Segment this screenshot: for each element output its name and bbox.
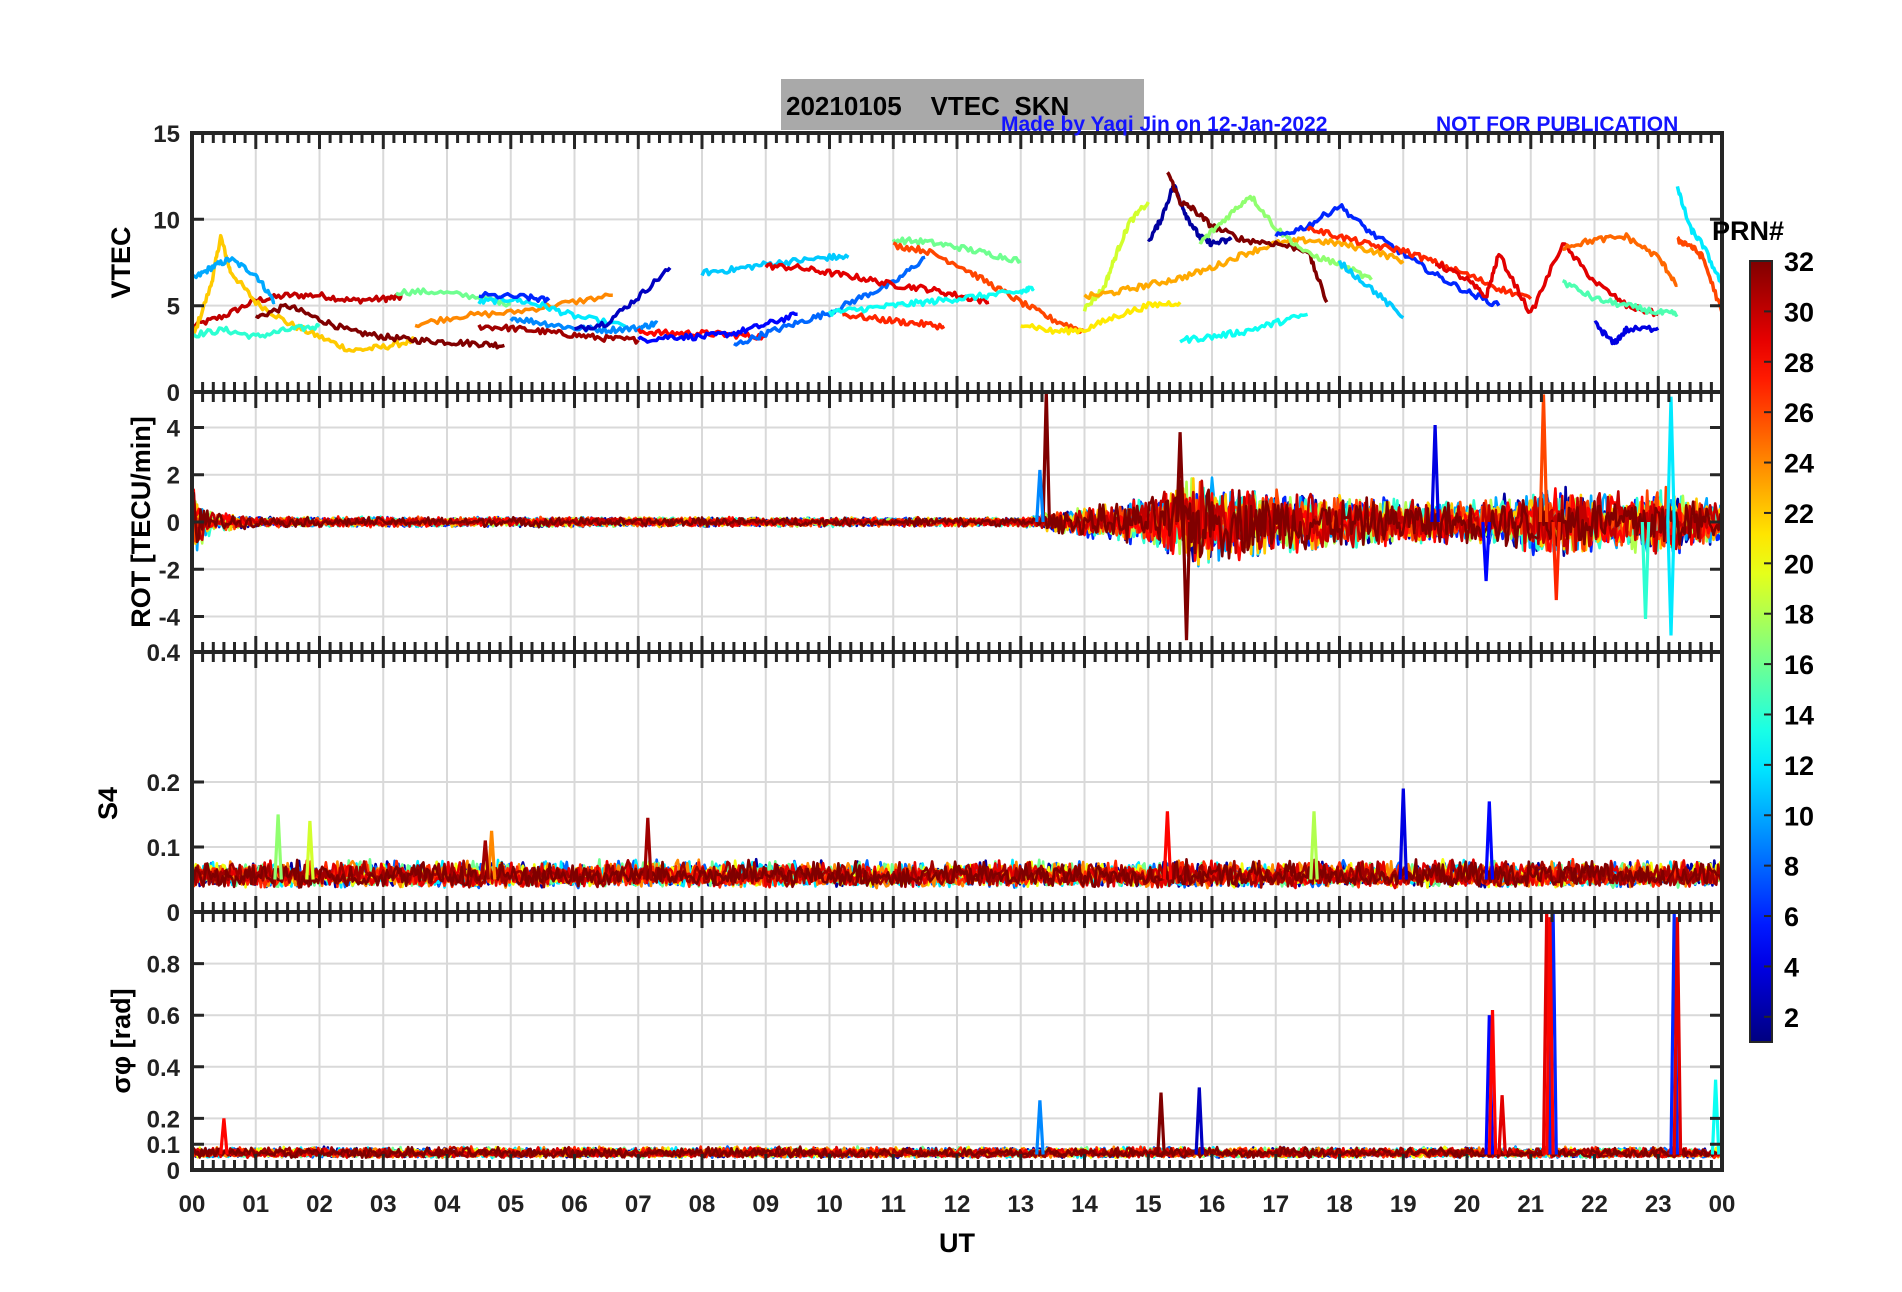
x-tick-label: 05 (497, 1191, 524, 1218)
y-tick-label: -2 (159, 557, 180, 584)
vtec-series-prn-10 (192, 256, 276, 305)
colorbar-label: PRN# (1712, 216, 1784, 246)
panel-vtec: 15 10 5 0 VTEC (106, 121, 1724, 407)
x-tick-label: 00 (1709, 1191, 1736, 1218)
x-tick-label: 15 (1135, 1191, 1162, 1218)
panel-s4: 0.4 0.2 0.1 0 S4 (93, 640, 1724, 927)
x-tick-label: 06 (561, 1191, 588, 1218)
colorbar-strip (1749, 260, 1773, 1043)
y-axis-label: VTEC (106, 226, 136, 298)
x-tick-label: 18 (1326, 1191, 1353, 1218)
colorbar-tick-label: 24 (1784, 449, 1814, 479)
y-tick-label: 0 (167, 380, 180, 407)
y-tick-label: 0 (167, 1158, 180, 1185)
y-tick-label: 10 (153, 207, 180, 234)
x-tick-label: 12 (944, 1191, 971, 1218)
colorbar-tick-label: 20 (1784, 549, 1814, 579)
y-tick-label: 5 (167, 294, 180, 321)
x-tick-label: 22 (1581, 1191, 1608, 1218)
spike-prn-29 (1497, 1095, 1507, 1155)
credit-text: Made by Yaqi Jin on 12-Jan-2022 (1001, 113, 1327, 136)
y-axis-label: σφ [rad] (106, 988, 136, 1093)
colorbar-tick-label: 10 (1784, 801, 1814, 831)
colorbar-tick-label: 28 (1784, 348, 1814, 378)
y-tick-label: 0.2 (147, 770, 180, 797)
y-tick-label: 0 (167, 510, 180, 537)
panel-sigma_phi: 0.8 0.6 0.4 0.20.10 σφ [rad] (106, 910, 1724, 1185)
x-tick-label: 03 (370, 1191, 397, 1218)
y-tick-label: -4 (159, 605, 181, 632)
x-tick-label: 10 (816, 1191, 843, 1218)
figure: 151050VTEC420-2-4ROT [TECU/min]0.40.20.1… (93, 79, 1814, 1258)
x-tick-label: 09 (752, 1191, 779, 1218)
x-tick-label: 21 (1517, 1191, 1544, 1218)
y-tick-label: 0.4 (147, 1055, 181, 1082)
y-tick-label: 0.1 (147, 1132, 180, 1159)
colorbar-tick-label: 12 (1784, 751, 1814, 781)
colorbar-tick-label: 8 (1784, 852, 1799, 882)
colorbar-tick-label: 4 (1784, 952, 1799, 982)
colorbar: 2468101214161820222426283032 (1749, 247, 1814, 1043)
notice-text: NOT FOR PUBLICATION (1436, 113, 1678, 136)
spike-prn-32 (1156, 1092, 1166, 1155)
x-tick-label: 07 (625, 1191, 652, 1218)
vtec-series-prn-13 (1179, 312, 1309, 344)
y-tick-label: 0.8 (147, 952, 180, 979)
x-tick-label: 00 (179, 1191, 206, 1218)
colorbar-tick-label: 30 (1784, 297, 1814, 327)
spike-prn-32 (1041, 392, 1051, 523)
x-tick-label: 11 (881, 1191, 906, 1218)
colorbar-tick-label: 16 (1784, 650, 1814, 680)
x-tick-label: 08 (689, 1191, 716, 1218)
x-tick-label: 04 (434, 1191, 461, 1218)
spike-prn-9 (1035, 469, 1045, 523)
y-tick-label: 15 (153, 121, 180, 148)
y-tick-label: 2 (167, 463, 180, 490)
x-tick-label: 01 (242, 1191, 269, 1218)
x-axis-label: UT (939, 1228, 975, 1258)
y-axis-label: ROT [TECU/min] (126, 416, 156, 627)
x-tick-label: 20 (1454, 1191, 1481, 1218)
panel-rot: 4 2 0 -2 -4ROT [TECU/min] (126, 390, 1724, 654)
vtec-series-prn-26 (1676, 235, 1722, 314)
x-tick-label: 13 (1007, 1191, 1034, 1218)
y-tick-label: 0.4 (147, 640, 181, 667)
y-tick-label: 0 (167, 900, 180, 927)
colorbar-tick-label: 2 (1784, 1003, 1799, 1033)
x-tick-label: 02 (306, 1191, 333, 1218)
colorbar-tick-label: 22 (1784, 499, 1814, 529)
vtec-series-prn-29 (764, 262, 990, 305)
y-axis-label-text: S4 (93, 787, 123, 820)
y-tick-label: 0.1 (147, 835, 180, 862)
x-tick-label: 16 (1199, 1191, 1226, 1218)
y-axis-label: S4 (93, 787, 123, 820)
y-tick-label: 4 (167, 415, 181, 442)
x-tick-label: 19 (1390, 1191, 1417, 1218)
spike-prn-28 (219, 1118, 229, 1155)
x-tick-label: 23 (1645, 1191, 1672, 1218)
y-tick-label: 0.6 (147, 1003, 180, 1030)
vtec-series-prn-4 (1593, 320, 1660, 346)
vtec-series-prn-2 (1146, 183, 1233, 248)
y-tick-label: 0.2 (147, 1106, 180, 1133)
panels-layer: 151050VTEC420-2-4ROT [TECU/min]0.40.20.1… (93, 121, 1735, 1218)
spike-prn-9 (1035, 1100, 1045, 1155)
x-tick-label: 17 (1262, 1191, 1289, 1218)
colorbar-tick-label: 32 (1784, 247, 1814, 277)
x-tick-label: 14 (1071, 1191, 1098, 1218)
colorbar-tick-label: 6 (1784, 902, 1799, 932)
colorbar-tick-label: 14 (1784, 700, 1814, 730)
colorbar-tick-label: 26 (1784, 398, 1814, 428)
colorbar-tick-label: 18 (1784, 600, 1814, 630)
